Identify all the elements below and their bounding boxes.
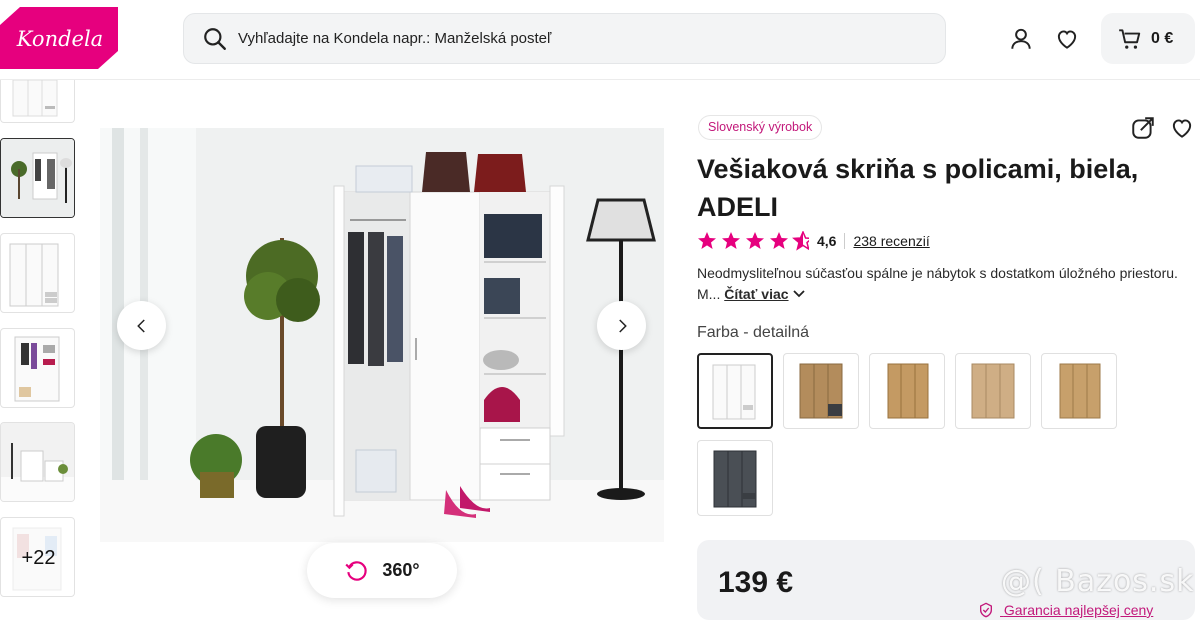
read-more-link[interactable]: Čítať viac <box>724 286 788 302</box>
swatch-sonoma[interactable] <box>955 353 1031 429</box>
swatch-oak-dark[interactable] <box>783 353 859 429</box>
thumbnail-strip: +22 <box>0 80 80 614</box>
best-price-guarantee-text: Garancia najlepšej ceny <box>1003 602 1154 618</box>
gallery-next-button[interactable] <box>597 301 646 350</box>
view-360-button[interactable]: 360° <box>307 543 457 598</box>
star-icon <box>770 232 788 249</box>
product-description: Neodmysliteľnou súčasťou spálne je nábyt… <box>697 263 1187 305</box>
star-icon <box>746 232 764 249</box>
star-icon <box>698 232 716 249</box>
cart-icon <box>1119 28 1141 49</box>
more-images-count: +22 <box>1 518 74 596</box>
rating-summary: 4,6 238 recenzií <box>697 230 930 252</box>
cart-button[interactable]: 0 € <box>1101 13 1195 64</box>
chevron-right-icon <box>618 318 627 333</box>
kondela-logo[interactable]: Kondela <box>0 7 118 69</box>
site-header: Kondela Vyhľadajte na Kondela napr.: Man… <box>0 0 1200 80</box>
wishlist-heart-icon[interactable] <box>1169 115 1195 141</box>
swatch-white[interactable] <box>697 353 773 429</box>
user-icon[interactable] <box>1008 26 1034 52</box>
bazos-watermark: @( Bazos.sk <box>1001 564 1195 599</box>
chevron-down-icon[interactable] <box>792 289 806 299</box>
rotate-icon <box>345 560 368 581</box>
shield-check-icon <box>980 602 992 618</box>
color-label: Farba - detailná <box>697 324 810 341</box>
made-in-slovakia-badge: Slovenský výrobok <box>698 115 823 140</box>
best-price-guarantee-link[interactable]: Garancia najlepšej ceny <box>978 602 1153 618</box>
thumbnail-1[interactable] <box>0 80 75 123</box>
search-input[interactable]: Vyhľadajte na Kondela napr.: Manželská p… <box>238 30 551 47</box>
product-price: 139 € <box>718 566 794 599</box>
swatch-oak-light[interactable] <box>1041 353 1117 429</box>
reviews-link[interactable]: 238 recenzií <box>853 233 929 249</box>
thumbnail-more[interactable]: +22 <box>0 517 75 597</box>
gallery-prev-button[interactable] <box>117 301 166 350</box>
rating-value: 4,6 <box>817 233 837 249</box>
swatch-graphite[interactable] <box>697 440 773 516</box>
chevron-left-icon <box>136 318 145 333</box>
heart-icon[interactable] <box>1054 26 1080 52</box>
product-title: Vešiaková skriňa s policami, biela, ADEL… <box>697 154 1139 222</box>
thumbnail-2[interactable] <box>0 138 75 218</box>
search-icon <box>204 27 226 50</box>
search-bar[interactable]: Vyhľadajte na Kondela napr.: Manželská p… <box>183 13 946 64</box>
star-icon <box>722 232 740 249</box>
main-product-image[interactable] <box>100 128 664 542</box>
rating-divider <box>844 233 846 249</box>
thumbnail-5[interactable] <box>0 422 75 502</box>
logo-text: Kondela <box>16 27 103 51</box>
thumbnail-3[interactable] <box>0 233 75 313</box>
share-icon[interactable] <box>1130 115 1156 141</box>
swatch-oak[interactable] <box>869 353 945 429</box>
thumbnail-4[interactable] <box>0 328 75 408</box>
cart-total: 0 € <box>1151 29 1174 47</box>
rating-stars <box>698 231 809 251</box>
half-star-icon <box>792 231 809 251</box>
view-360-label: 360° <box>382 560 420 580</box>
